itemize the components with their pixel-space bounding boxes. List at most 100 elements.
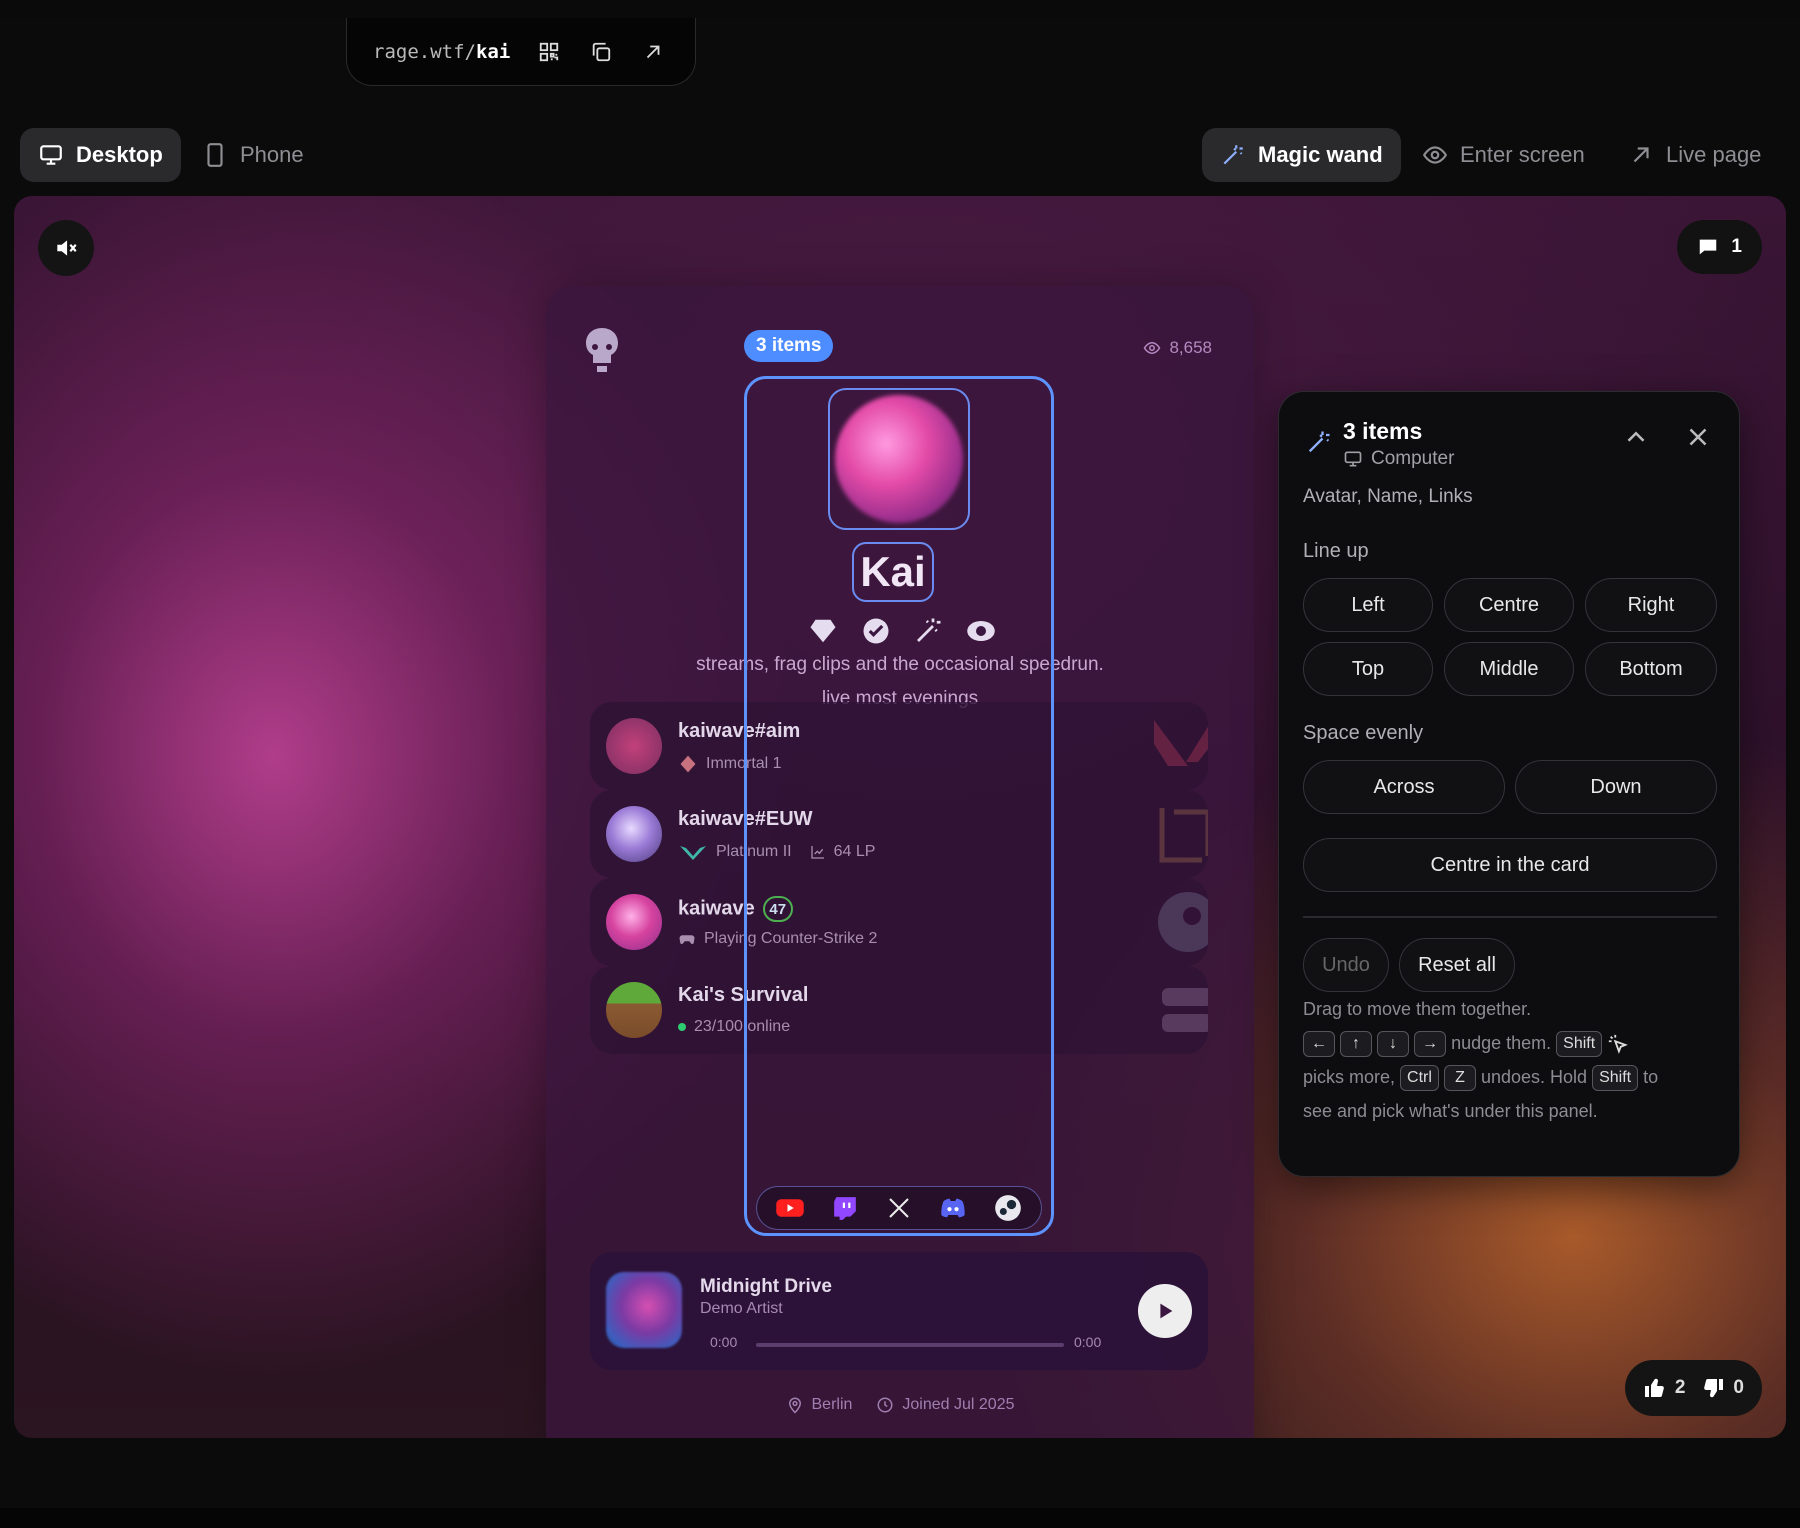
magic-wand-icon (1223, 145, 1243, 165)
panel-title: 3 items (1343, 418, 1423, 444)
align-middle-button[interactable]: Middle (1444, 642, 1574, 696)
space-down-button[interactable]: Down (1515, 760, 1717, 814)
align-left-button[interactable]: Left (1303, 578, 1433, 632)
profile-card: 3 items 8,658 Kai streams, frag clips an… (546, 286, 1254, 1438)
server-icon (606, 982, 662, 1038)
align-right-button[interactable]: Right (1585, 578, 1717, 632)
magic-wand-panel: 3 items Computer Avatar, Name, Links Lin… (1278, 391, 1740, 1177)
widget-subtitle: Platinum II 64 LP (678, 842, 875, 862)
twitch-icon[interactable] (829, 1192, 861, 1224)
location-pin-icon (788, 1397, 801, 1414)
music-player: Midnight Drive Demo Artist 0:00 0:00 (590, 1252, 1208, 1370)
widget-title: kaiwave#aim (678, 720, 801, 742)
minecraft-widget[interactable]: Kai's Survival 23/100 online (590, 966, 1208, 1054)
avatar-element[interactable] (828, 388, 970, 530)
reset-all-button[interactable]: Reset all (1399, 938, 1515, 992)
album-cover (606, 1272, 682, 1348)
comment-icon (1700, 239, 1717, 255)
name-element[interactable]: Kai (852, 542, 934, 602)
mute-button[interactable] (38, 220, 94, 276)
desktop-view-button[interactable]: Desktop (20, 128, 181, 182)
widget-subtitle: Immortal 1 (678, 754, 782, 774)
key-shift-2: Shift (1592, 1065, 1639, 1092)
dislike-button[interactable]: 0 (1701, 1376, 1744, 1400)
track-duration: 0:00 (1074, 1334, 1102, 1350)
play-button[interactable] (1138, 1284, 1192, 1338)
line-up-label: Line up (1303, 540, 1369, 562)
phone-view-button[interactable]: Phone (184, 128, 322, 182)
league-logo-icon (1159, 808, 1208, 863)
youtube-icon[interactable] (774, 1192, 806, 1224)
profile-url[interactable]: rage.wtf/kai (373, 41, 510, 63)
skull-logo-icon (582, 326, 622, 374)
valorant-widget[interactable]: kaiwave#aim Immortal 1 (590, 702, 1208, 790)
enter-screen-label: Enter screen (1460, 142, 1585, 167)
comments-count: 1 (1731, 236, 1742, 257)
key-shift: Shift (1556, 1031, 1603, 1058)
diamond-icon (810, 619, 836, 643)
window-top-strip (0, 0, 1800, 18)
magic-wand-button[interactable]: Magic wand (1202, 128, 1401, 182)
like-button[interactable]: 2 (1643, 1376, 1685, 1400)
league-widget[interactable]: kaiwave#EUW Platinum II 64 LP (590, 790, 1208, 878)
external-link-icon[interactable] (640, 39, 666, 65)
enter-screen-button[interactable]: Enter screen (1404, 128, 1603, 182)
space-across-button[interactable]: Across (1303, 760, 1505, 814)
join-date: Joined Jul 2025 (876, 1396, 1015, 1414)
steam-level-badge: 47 (762, 896, 793, 922)
verified-icon (863, 618, 889, 644)
widget-avatar (606, 806, 662, 862)
key-ctrl: Ctrl (1400, 1065, 1439, 1092)
profile-footer: Berlin Joined Jul 2025 (546, 1396, 1254, 1414)
speaker-muted-icon (57, 240, 77, 256)
valorant-logo-icon (1154, 720, 1208, 766)
thumbs-down-icon (1704, 1378, 1724, 1398)
monitor-icon (40, 145, 62, 165)
undo-button[interactable]: Undo (1303, 938, 1389, 992)
panel-help-text: Drag to move them together. ← ↑ ↓ → nudg… (1303, 999, 1659, 1121)
location: Berlin (786, 1396, 852, 1414)
key-down: ↓ (1377, 1031, 1410, 1058)
widget-avatar (606, 718, 662, 774)
centre-in-card-button[interactable]: Centre in the card (1303, 838, 1717, 892)
live-page-button[interactable]: Live page (1610, 128, 1779, 182)
clock-icon (877, 1397, 893, 1413)
x-icon[interactable] (883, 1192, 915, 1224)
steam-logo-icon (1158, 892, 1208, 952)
widget-subtitle: Playing Counter-Strike 2 (678, 930, 877, 948)
widget-title: Kai's Survival (678, 984, 809, 1006)
phone-icon (207, 143, 223, 167)
widget-avatar (606, 894, 662, 950)
desktop-label: Desktop (76, 142, 163, 167)
discord-icon[interactable] (937, 1192, 969, 1224)
steam-icon[interactable] (992, 1192, 1024, 1224)
selected-items-list: Avatar, Name, Links (1303, 486, 1473, 507)
arrow-up-right-icon (1633, 147, 1649, 163)
rank-wings-icon (680, 846, 706, 860)
play-icon (1160, 1303, 1173, 1319)
progress-bar[interactable] (756, 1343, 1064, 1347)
copy-icon[interactable] (588, 39, 614, 65)
eye-icon (1144, 341, 1161, 355)
server-icon-deco (1162, 988, 1208, 1032)
key-left: ← (1303, 1031, 1335, 1058)
badge-row (808, 616, 996, 646)
align-bottom-button[interactable]: Bottom (1585, 642, 1717, 696)
align-centre-button[interactable]: Centre (1444, 578, 1574, 632)
eye-icon (1422, 146, 1448, 164)
key-right: → (1414, 1031, 1447, 1058)
view-count: 8,658 (1169, 338, 1212, 357)
cursor-click-icon (1609, 1035, 1629, 1055)
widget-subtitle: 23/100 online (678, 1018, 790, 1036)
chevron-up-icon[interactable] (1621, 422, 1651, 452)
url-bar: rage.wtf/kai (346, 18, 696, 86)
gamepad-icon (679, 935, 695, 945)
magic-wand-label: Magic wand (1258, 142, 1383, 167)
align-top-button[interactable]: Top (1303, 642, 1433, 696)
steam-widget[interactable]: kaiwave 47 Playing Counter-Strike 2 (590, 878, 1208, 966)
live-page-label: Live page (1666, 142, 1762, 167)
qr-code-icon[interactable] (536, 39, 562, 65)
comments-button[interactable]: 1 (1677, 220, 1762, 274)
close-icon[interactable] (1683, 422, 1713, 452)
avatar (835, 395, 963, 523)
